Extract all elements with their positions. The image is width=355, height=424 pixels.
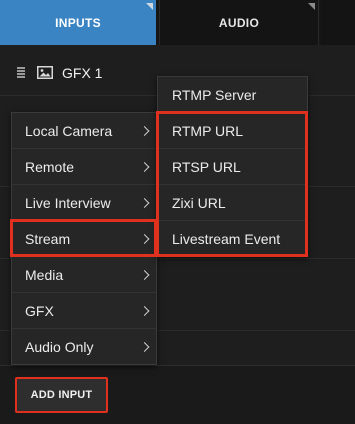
- submenu-item-label: Zixi URL: [172, 194, 226, 211]
- chevron-right-icon: [139, 342, 150, 352]
- menu-item-audio-only[interactable]: Audio Only: [12, 329, 156, 365]
- drag-handle-icon[interactable]: [17, 66, 25, 79]
- tab-inputs[interactable]: INPUTS: [0, 0, 156, 45]
- menu-item-stream[interactable]: Stream: [12, 221, 156, 257]
- chevron-right-icon: [139, 125, 150, 136]
- input-name: GFX 1: [62, 64, 103, 81]
- chevron-right-icon: [139, 305, 150, 316]
- submenu-item-label: RTMP Server: [172, 86, 257, 103]
- menu-item-gfx[interactable]: GFX: [12, 293, 156, 329]
- chevron-right-icon: [139, 233, 150, 244]
- tab-bar: INPUTS AUDIO: [0, 0, 355, 45]
- menu-item-live-interview[interactable]: Live Interview: [12, 185, 156, 221]
- add-input-button[interactable]: ADD INPUT: [15, 377, 108, 413]
- menu-item-label: Live Interview: [25, 194, 111, 211]
- chevron-right-icon: [139, 197, 150, 208]
- menu-item-label: Stream: [25, 230, 71, 247]
- chevron-right-icon: [139, 269, 150, 280]
- tab-audio[interactable]: AUDIO: [159, 0, 319, 45]
- menu-item-local-camera[interactable]: Local Camera: [12, 113, 156, 149]
- menu-item-remote[interactable]: Remote: [12, 149, 156, 185]
- submenu-item-rtmp-url[interactable]: RTMP URL: [158, 113, 307, 149]
- tab-inputs-label: INPUTS: [55, 15, 101, 30]
- submenu-item-rtsp-url[interactable]: RTSP URL: [158, 149, 307, 185]
- add-input-label: ADD INPUT: [30, 389, 93, 401]
- submenu-item-rtmp-server[interactable]: RTMP Server: [158, 77, 307, 113]
- menu-item-label: Audio Only: [25, 339, 94, 355]
- submenu-item-label: RTSP URL: [172, 158, 241, 175]
- menu-item-media[interactable]: Media: [12, 257, 156, 293]
- tab-extra[interactable]: [321, 0, 355, 45]
- submenu-item-zixi-url[interactable]: Zixi URL: [158, 185, 307, 221]
- stream-submenu: RTMP Server RTMP URL RTSP URL Zixi URL L…: [157, 76, 308, 257]
- tab-corner-indicator: [308, 3, 315, 10]
- menu-item-label: Media: [25, 266, 64, 283]
- submenu-item-label: RTMP URL: [172, 122, 244, 139]
- input-type-menu: Local Camera Remote Live Interview Strea…: [11, 112, 157, 365]
- tab-audio-label: AUDIO: [218, 15, 260, 30]
- image-icon: [37, 66, 53, 79]
- submenu-item-label: Livestream Event: [172, 231, 281, 247]
- menu-item-label: GFX: [25, 302, 54, 319]
- chevron-right-icon: [139, 161, 150, 172]
- menu-item-label: Remote: [25, 158, 75, 175]
- menu-item-label: Local Camera: [25, 122, 113, 139]
- submenu-item-livestream-event[interactable]: Livestream Event: [158, 221, 307, 257]
- tab-corner-indicator: [146, 3, 153, 10]
